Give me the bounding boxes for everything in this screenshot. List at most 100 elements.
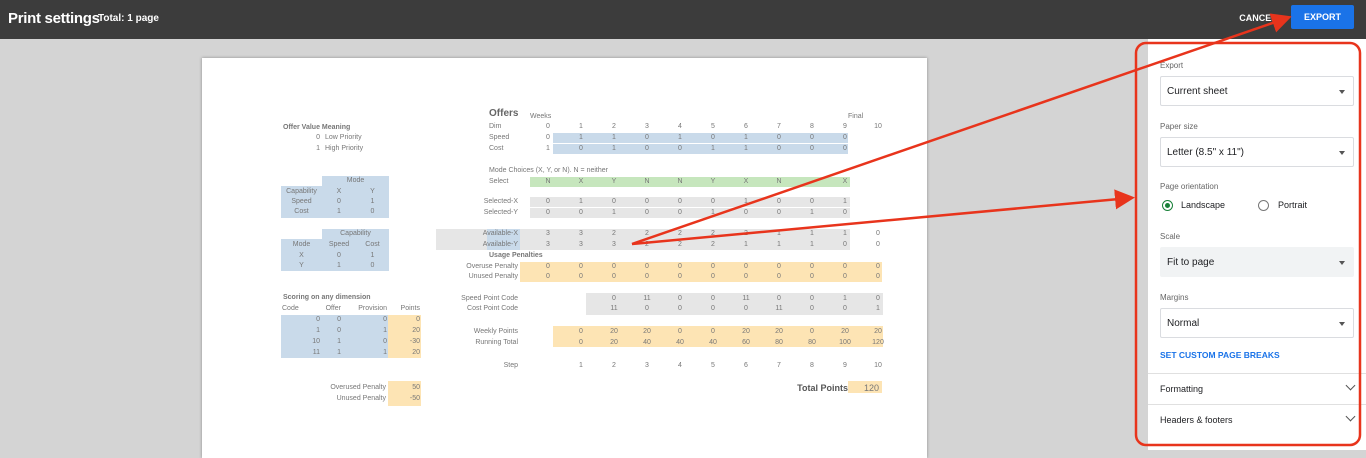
step-value: 6	[744, 362, 748, 369]
selx-value: 1	[744, 198, 748, 205]
dim-value: 5	[711, 123, 715, 130]
unused-value: 0	[810, 273, 814, 280]
avy-value: 2	[711, 241, 715, 248]
spc-value: 0	[810, 295, 814, 302]
scoring-cell: 1	[383, 349, 387, 356]
select-value: N	[776, 178, 782, 185]
top-bar: Print settings Total: 1 page CANCEL EXPO…	[0, 0, 1366, 39]
cpc-value: 0	[810, 305, 814, 312]
speed-value: 1	[678, 134, 682, 141]
selx-value: 0	[777, 198, 781, 205]
running-value: 120	[872, 339, 884, 346]
select-value: X	[578, 178, 584, 185]
landscape-radio[interactable]	[1162, 200, 1173, 211]
running-value: 40	[643, 339, 651, 346]
cpc-value: 0	[645, 305, 649, 312]
selx-value: 0	[612, 198, 616, 205]
custom-page-breaks-link[interactable]: SET CUSTOM PAGE BREAKS	[1160, 350, 1280, 360]
ovm-text: High Priority	[325, 145, 364, 152]
cost-value: 0	[777, 145, 781, 152]
landscape-label[interactable]: Landscape	[1181, 200, 1225, 210]
paper-size-select[interactable]: Letter (8.5" x 11")	[1160, 137, 1354, 167]
avy-label: Available-Y	[482, 241, 518, 248]
dim-value: 1	[579, 123, 583, 130]
avx-value: 3	[579, 230, 583, 237]
select-label: Select	[489, 178, 509, 185]
cpc-value: 11	[775, 305, 783, 312]
dropdown-caret-icon	[1339, 151, 1345, 155]
avx-value: 1	[810, 230, 814, 237]
penalty-value: 50	[412, 384, 420, 391]
cancel-button[interactable]: CANCEL	[1232, 5, 1284, 31]
sely-value: 0	[843, 209, 847, 216]
mode-table-cell: 0	[337, 198, 341, 205]
step-label: Step	[503, 362, 518, 369]
overuse-value: 0	[678, 263, 682, 270]
export-button[interactable]: EXPORT	[1291, 5, 1354, 29]
step-value: 3	[645, 362, 649, 369]
avx-value: 2	[711, 230, 715, 237]
cap-table-col: Cost	[365, 241, 380, 248]
scoring-col: Offer	[325, 305, 341, 312]
avx-label: Available-X	[482, 230, 518, 237]
mode-note: Mode Choices (X, Y, or N). N = neither	[489, 167, 608, 174]
spc-value: 0	[777, 295, 781, 302]
total-points-label: Total Points	[797, 383, 848, 393]
margins-label: Margins	[1160, 293, 1189, 302]
margins-select[interactable]: Normal	[1160, 308, 1354, 338]
weekly-value: 0	[579, 328, 583, 335]
scoring-cell: -30	[409, 338, 420, 345]
mode-table-col: X	[336, 188, 342, 195]
scale-select[interactable]: Fit to page	[1160, 247, 1354, 277]
paper-size-label: Paper size	[1160, 122, 1198, 131]
cpc-value: 1	[876, 305, 880, 312]
select-value: N	[545, 178, 551, 185]
dim-value: 7	[777, 123, 781, 130]
scoring-col: Code	[282, 305, 299, 312]
formatting-label: Formatting	[1160, 384, 1204, 394]
penalty-label: Unused Penalty	[336, 395, 386, 402]
cost-value: 1	[744, 145, 748, 152]
running-value: 80	[808, 339, 816, 346]
select-value: X	[743, 178, 749, 185]
formatting-section[interactable]: Formatting	[1148, 373, 1366, 404]
speed-value: 0	[546, 134, 550, 141]
cpc-value: 0	[843, 305, 847, 312]
avy-value: 2	[678, 241, 682, 248]
cap-table-cell: 1	[370, 252, 375, 259]
overuse-value: 0	[744, 263, 748, 270]
unused-value: 0	[645, 273, 649, 280]
running-value: 40	[676, 339, 684, 346]
weekly-value: 0	[678, 328, 682, 335]
speed-value: 1	[612, 134, 616, 141]
scoring-cell: 0	[337, 316, 341, 323]
unused-value: 0	[711, 273, 715, 280]
mode-table-cell: Speed	[291, 198, 312, 205]
dim-value: 10	[874, 123, 882, 130]
export-select[interactable]: Current sheet	[1160, 76, 1354, 106]
headers-footers-section[interactable]: Headers & footers	[1148, 404, 1366, 435]
weekly-value: 20	[610, 328, 618, 335]
portrait-label[interactable]: Portrait	[1278, 200, 1307, 210]
avx-value: 1	[843, 230, 847, 237]
chevron-down-icon	[1345, 411, 1356, 422]
mode-table-col: Y	[370, 188, 375, 195]
cap-table-col: Mode	[292, 241, 311, 248]
total-points-value: 120	[863, 383, 879, 393]
paper-size-value: Letter (8.5" x 11")	[1167, 147, 1244, 158]
speed-value: 1	[579, 134, 583, 141]
cost-label: Cost	[489, 145, 504, 152]
avy-value: 3	[579, 241, 583, 248]
sely-value: 0	[645, 209, 649, 216]
select-value: Y	[710, 178, 716, 185]
portrait-radio[interactable]	[1258, 200, 1269, 211]
avy-value: 3	[546, 241, 550, 248]
cap-table-col: Speed	[328, 241, 350, 248]
unused-value: 0	[579, 273, 583, 280]
mode-table-cell: 1	[370, 198, 375, 205]
step-value: 1	[579, 362, 583, 369]
scoring-cell: 1	[337, 338, 341, 345]
unused-value: 0	[546, 273, 550, 280]
spc-value: 0	[711, 295, 715, 302]
running-label: Running Total	[475, 339, 518, 346]
